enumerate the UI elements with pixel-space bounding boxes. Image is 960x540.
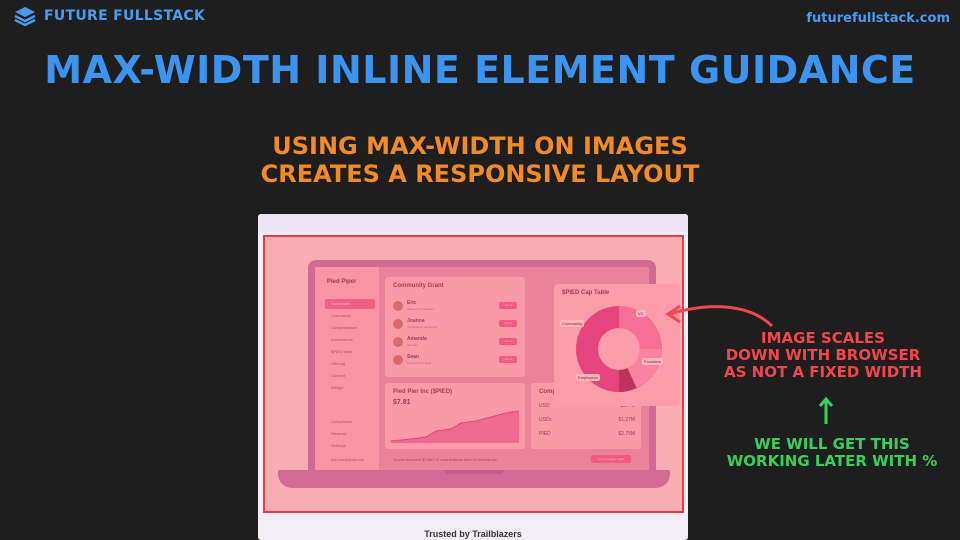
brand: FUTURE FULLSTACK xyxy=(14,6,205,26)
slide-title: MAX-WIDTH INLINE ELEMENT GUIDANCE xyxy=(44,48,916,92)
later-note: WE WILL GET THIS WORKING LATER WITH % xyxy=(722,436,942,470)
layers-logo-icon xyxy=(14,7,36,26)
subtitle-line: USING MAX-WIDTH ON IMAGES xyxy=(272,132,688,160)
slide-subtitle: USING MAX-WIDTH ON IMAGES CREATES A RESP… xyxy=(0,132,960,188)
scaling-note: IMAGE SCALES DOWN WITH BROWSER AS NOT A … xyxy=(718,330,928,381)
subtitle-line: CREATES A RESPONSIVE LAYOUT xyxy=(260,160,700,188)
note-line: IMAGE SCALES xyxy=(761,329,885,347)
green-arrow-icon xyxy=(818,396,834,424)
brand-name: FUTURE FULLSTACK xyxy=(44,8,206,24)
image-highlight-overlay xyxy=(263,235,684,513)
trusted-heading: Trusted by Trailblazers xyxy=(424,529,522,539)
browser-top-bar xyxy=(258,214,688,232)
site-url[interactable]: futurefullstack.com xyxy=(806,11,950,26)
note-line: DOWN WITH BROWSER xyxy=(725,346,921,364)
note-line: WE WILL GET THIS xyxy=(754,435,910,453)
note-line: WORKING LATER WITH % xyxy=(726,452,938,470)
note-line: AS NOT A FIXED WIDTH xyxy=(724,363,922,381)
